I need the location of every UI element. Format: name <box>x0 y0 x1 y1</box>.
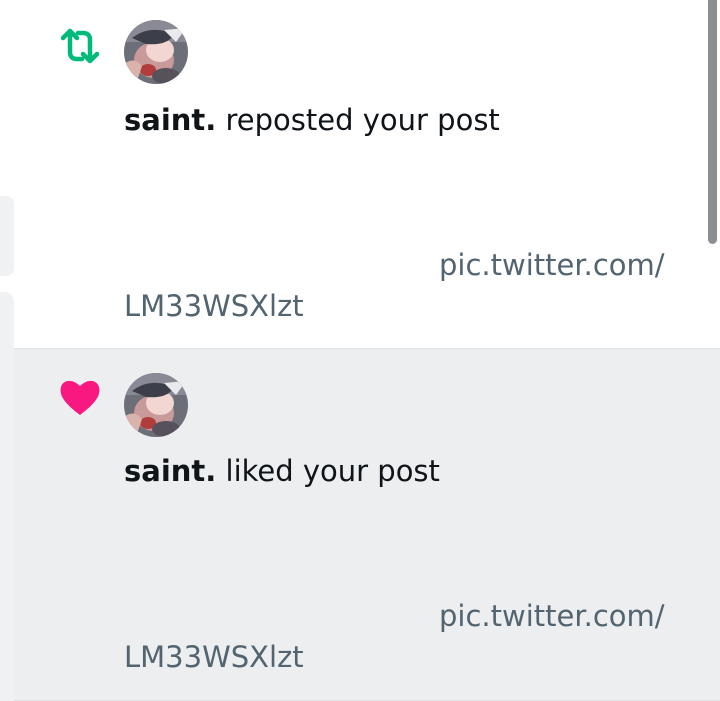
like-notification[interactable]: saint. liked your post pic.twitter.com/ … <box>14 349 720 701</box>
avatar[interactable] <box>124 373 188 437</box>
post-link[interactable]: pic.twitter.com/ <box>439 598 665 634</box>
repost-icon <box>56 22 104 70</box>
post-link-continued[interactable]: LM33WSXlzt <box>124 639 304 675</box>
left-edge-tab <box>0 196 14 276</box>
action-text: reposted your post <box>216 103 500 137</box>
scrollbar-thumb[interactable] <box>708 0 717 244</box>
username[interactable]: saint. <box>124 103 216 137</box>
username[interactable]: saint. <box>124 454 216 488</box>
avatar[interactable] <box>124 20 188 84</box>
notification-message: saint. reposted your post <box>124 102 500 138</box>
heart-icon <box>56 373 104 421</box>
action-text: liked your post <box>216 454 440 488</box>
repost-notification[interactable]: saint. reposted your post pic.twitter.co… <box>14 0 720 349</box>
notification-message: saint. liked your post <box>124 453 440 489</box>
left-edge-panel <box>0 292 14 701</box>
post-link[interactable]: pic.twitter.com/ <box>439 247 665 283</box>
notifications-feed: saint. reposted your post pic.twitter.co… <box>14 0 720 701</box>
notifications-viewport: saint. reposted your post pic.twitter.co… <box>0 0 720 701</box>
post-link-continued[interactable]: LM33WSXlzt <box>124 288 304 324</box>
